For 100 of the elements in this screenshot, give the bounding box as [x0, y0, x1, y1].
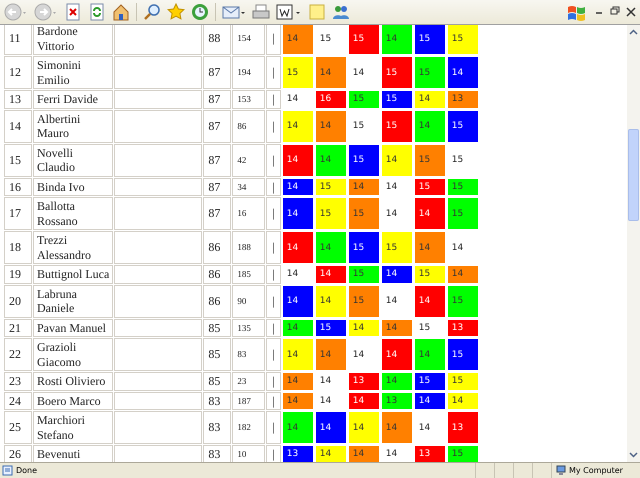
rank-cell: 22 [4, 338, 32, 371]
rank-cell: 25 [4, 411, 32, 444]
color-cell: 15 [446, 372, 479, 390]
windows-logo-icon[interactable] [566, 3, 588, 21]
count-cell: 194 [232, 56, 266, 89]
color-cell: 14 [314, 144, 347, 176]
search-icon[interactable] [143, 3, 161, 21]
print-icon[interactable] [252, 3, 270, 21]
color-cell: 15 [446, 25, 479, 55]
color-cell: 14 [348, 411, 380, 444]
color-cell: 14 [282, 318, 314, 337]
color-cell: 14 [314, 110, 347, 142]
rank-cell: 16 [4, 178, 32, 196]
separator-mark: | [271, 267, 276, 282]
refresh-icon[interactable] [88, 3, 106, 21]
color-cell: 15 [380, 110, 413, 142]
color-cell: 14 [314, 284, 347, 318]
color-cell: 15 [446, 284, 479, 318]
color-cell: 15 [282, 56, 314, 89]
color-cell: 14 [380, 338, 413, 371]
separator-mark: | [271, 118, 276, 134]
rank-cell: 24 [4, 392, 32, 410]
rank-cell: 19 [4, 265, 32, 284]
color-cell: 15 [414, 56, 446, 89]
color-cell: 15 [348, 284, 380, 318]
separator-mark: | [271, 240, 276, 255]
color-cell: 13 [348, 372, 380, 390]
name-cell: Marchiori Stefano [33, 411, 114, 444]
rank-cell: 14 [4, 110, 32, 142]
name-cell: Trezzi Alessandro [33, 231, 114, 264]
color-cell: 14 [380, 144, 413, 176]
color-cell: 14 [414, 110, 446, 142]
color-cell: 15 [348, 197, 380, 230]
color-cell: 15 [380, 90, 413, 108]
color-cell: 15 [446, 338, 479, 371]
scrollbar[interactable] [627, 25, 640, 462]
word-icon[interactable] [276, 3, 302, 21]
count-cell: 185 [232, 265, 266, 284]
history-icon[interactable] [191, 3, 209, 21]
color-cell: 14 [414, 284, 446, 318]
color-cell: 13 [414, 445, 446, 462]
count-cell: 83 [232, 338, 266, 371]
color-cell: 15 [446, 445, 479, 462]
back-icon[interactable] [4, 3, 28, 21]
score-cell: 88 [203, 25, 232, 55]
separator-mark: | [271, 294, 276, 308]
people-icon[interactable] [332, 3, 350, 21]
color-cell: 13 [446, 411, 479, 444]
scroll-up-icon[interactable] [629, 29, 638, 35]
name-cell: Albertini Mauro [33, 110, 114, 142]
rank-cell: 15 [4, 144, 32, 176]
zone-text: My Computer [569, 466, 623, 475]
color-cell: 14 [314, 338, 347, 371]
separator-mark: | [271, 347, 276, 362]
color-cell: 15 [414, 372, 446, 390]
score-cell: 87 [203, 90, 232, 108]
rank-cell: 13 [4, 90, 32, 108]
color-cell: 14 [380, 25, 413, 55]
count-cell: 86 [232, 110, 266, 142]
rank-cell: 12 [4, 56, 32, 89]
name-cell: Boero Marco [33, 392, 114, 410]
score-cell: 87 [203, 56, 232, 89]
scroll-thumb[interactable] [628, 129, 639, 221]
color-cell: 15 [348, 25, 380, 55]
color-cell: 14 [348, 392, 380, 410]
rank-cell: 18 [4, 231, 32, 264]
separator-mark: | [271, 92, 276, 106]
color-cell: 15 [414, 144, 446, 176]
color-cell: 15 [348, 265, 380, 284]
separator-mark: | [271, 374, 276, 388]
status-text: Done [16, 466, 38, 475]
color-cell: 15 [446, 178, 479, 196]
score-cell: 83 [203, 411, 232, 444]
rank-cell: 17 [4, 197, 32, 230]
scroll-down-icon[interactable] [629, 452, 638, 458]
computer-icon [556, 465, 566, 476]
forward-icon[interactable] [34, 3, 58, 21]
score-cell: 87 [203, 110, 232, 142]
color-cell: 14 [446, 392, 479, 410]
color-cell: 14 [314, 411, 347, 444]
name-cell: Simonini Emilio [33, 56, 114, 89]
color-cell: 14 [314, 56, 347, 89]
star-icon[interactable] [167, 3, 185, 21]
color-cell: 13 [380, 392, 413, 410]
color-cell: 15 [414, 25, 446, 55]
color-cell: 14 [282, 392, 314, 410]
home-icon[interactable] [112, 3, 130, 21]
score-cell: 85 [203, 372, 232, 390]
color-cell: 15 [348, 144, 380, 176]
color-cell: 14 [282, 197, 314, 230]
color-cell: 14 [348, 445, 380, 462]
rank-cell: 11 [4, 25, 32, 55]
count-cell: 16 [232, 197, 266, 230]
stop-icon[interactable] [64, 3, 82, 21]
name-cell: Labruna Daniele [33, 284, 114, 318]
count-cell: 187 [232, 392, 266, 410]
color-cell: 14 [314, 231, 347, 264]
separator-mark: | [271, 447, 276, 462]
color-cell: 14 [380, 411, 413, 444]
color-cell: 14 [282, 110, 314, 142]
